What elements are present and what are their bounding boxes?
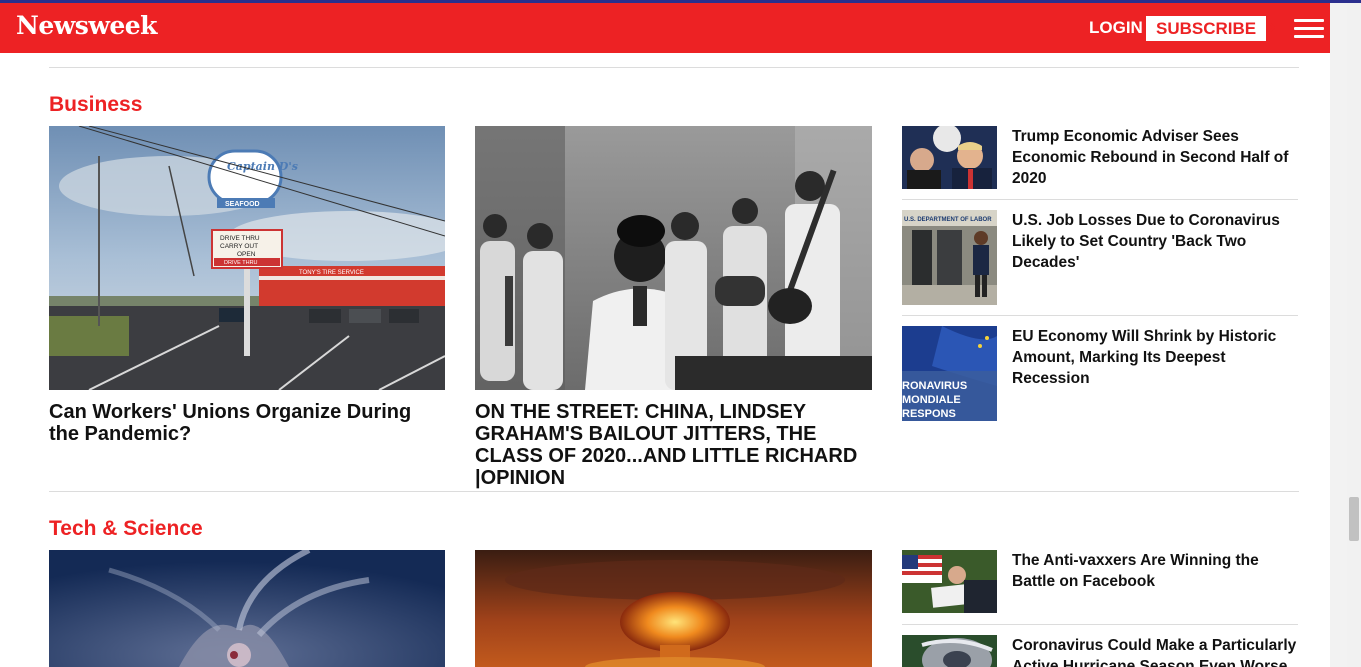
side-thumb-eu-economy[interactable]: RONAVIRUS MONDIALE RESPONS xyxy=(902,326,997,421)
sign-seafood-text: SEAFOOD xyxy=(225,201,260,208)
article-image-little-richard[interactable] xyxy=(475,126,872,390)
side-headline-trump-adviser[interactable]: Trump Economic Adviser Sees Economic Reb… xyxy=(1012,126,1302,189)
chevron-right-icon xyxy=(1267,16,1276,41)
sign-line-3: OPEN xyxy=(237,251,256,258)
eu-text-3: RESPONS xyxy=(902,408,956,420)
side-thumb-hurricane[interactable] xyxy=(902,635,997,667)
article-headline-unions[interactable]: Can Workers' Unions Organize During the … xyxy=(49,401,445,445)
section-title-business[interactable]: Business xyxy=(49,93,142,117)
section-divider xyxy=(49,491,1299,492)
side-divider xyxy=(902,624,1298,625)
side-headline-job-losses[interactable]: U.S. Job Losses Due to Coronavirus Likel… xyxy=(1012,210,1302,273)
site-header: Newsweek LOGIN SUBSCRIBE xyxy=(0,3,1330,53)
login-link[interactable]: LOGIN xyxy=(1089,18,1143,38)
store-sign-text: TONY'S TIRE SERVICE xyxy=(299,270,364,276)
newsweek-logo[interactable]: Newsweek xyxy=(16,11,158,40)
side-article-eu-economy[interactable]: RONAVIRUS MONDIALE RESPONS EU Economy Wi… xyxy=(902,326,1298,421)
page-scrollbar[interactable] xyxy=(1347,3,1361,667)
article-image-tech-2[interactable] xyxy=(475,550,872,667)
side-article-hurricane[interactable]: Coronavirus Could Make a Particularly Ac… xyxy=(902,635,1298,667)
scrollbar-thumb[interactable] xyxy=(1349,497,1359,541)
subscribe-button[interactable]: SUBSCRIBE xyxy=(1146,16,1276,41)
subscribe-label: SUBSCRIBE xyxy=(1156,19,1257,38)
section-divider xyxy=(49,67,1299,68)
side-headline-hurricane[interactable]: Coronavirus Could Make a Particularly Ac… xyxy=(1012,635,1302,667)
eu-text-2: MONDIALE xyxy=(902,394,961,406)
side-headline-anti-vaxxers[interactable]: The Anti-vaxxers Are Winning the Battle … xyxy=(1012,550,1302,592)
sign-brand-text: Captain D's xyxy=(227,160,298,173)
hamburger-menu-icon[interactable] xyxy=(1294,19,1324,39)
dept-labor-text: U.S. DEPARTMENT OF LABOR xyxy=(904,217,992,223)
sign-line-2: CARRY OUT xyxy=(220,243,258,250)
side-thumb-anti-vaxxers[interactable] xyxy=(902,550,997,613)
side-thumb-job-losses[interactable]: U.S. DEPARTMENT OF LABOR xyxy=(902,210,997,305)
sign-line-4: DRIVE THRU xyxy=(224,260,258,266)
side-thumb-trump-adviser[interactable] xyxy=(902,126,997,189)
section-title-tech-science[interactable]: Tech & Science xyxy=(49,517,203,541)
side-divider xyxy=(902,315,1298,316)
side-article-anti-vaxxers[interactable]: The Anti-vaxxers Are Winning the Battle … xyxy=(902,550,1298,614)
sign-line-1: DRIVE THRU xyxy=(220,235,260,242)
article-image-tech-1[interactable] xyxy=(49,550,445,667)
article-image-unions[interactable]: TONY'S TIRE SERVICE Captain D's SEAFOOD … xyxy=(49,126,445,390)
side-divider xyxy=(902,199,1298,200)
side-headline-eu-economy[interactable]: EU Economy Will Shrink by Historic Amoun… xyxy=(1012,326,1302,389)
article-headline-little-richard[interactable]: ON THE STREET: CHINA, LINDSEY GRAHAM'S B… xyxy=(475,401,872,489)
side-article-trump-adviser[interactable]: Trump Economic Adviser Sees Economic Reb… xyxy=(902,126,1298,190)
eu-text-1: RONAVIRUS xyxy=(902,380,967,392)
page-content: Newsweek LOGIN SUBSCRIBE Business TONY'S… xyxy=(0,3,1330,667)
side-article-job-losses[interactable]: U.S. DEPARTMENT OF LABOR U.S. Job Losses… xyxy=(902,210,1298,305)
